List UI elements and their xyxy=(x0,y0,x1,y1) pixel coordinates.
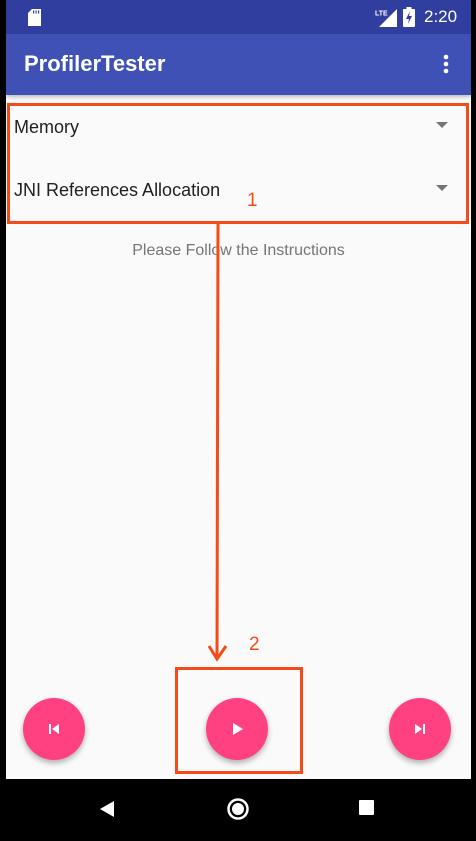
battery-charging-icon xyxy=(403,7,415,27)
annotation-label-1: 1 xyxy=(247,190,258,211)
annotation-arrow xyxy=(207,223,228,662)
back-icon[interactable] xyxy=(99,800,116,818)
lte-signal-icon: LTE xyxy=(375,9,397,27)
app-bar: ProfilerTester xyxy=(6,34,471,95)
skip-previous-icon xyxy=(49,724,59,734)
skip-next-icon xyxy=(415,724,425,734)
sd-card-icon xyxy=(28,9,41,26)
home-icon[interactable] xyxy=(226,797,250,821)
overflow-menu-icon[interactable] xyxy=(434,52,458,76)
app-title: ProfilerTester xyxy=(24,51,166,76)
status-bar: LTE 2:20 xyxy=(6,0,471,34)
annotation-label-2: 2 xyxy=(249,634,260,655)
recents-icon[interactable] xyxy=(359,800,374,815)
annotation-box-spinners xyxy=(7,103,469,224)
next-button[interactable] xyxy=(389,698,451,760)
annotation-box-run-button xyxy=(175,667,303,774)
app-screen: LTE 2:20 ProfilerTester Memory JNI Refer… xyxy=(6,0,471,841)
navigation-bar xyxy=(6,779,471,841)
svg-text:LTE: LTE xyxy=(375,11,388,18)
previous-button[interactable] xyxy=(23,698,85,760)
instructions-text: Please Follow the Instructions xyxy=(132,242,345,259)
status-time: 2:20 xyxy=(424,7,458,26)
